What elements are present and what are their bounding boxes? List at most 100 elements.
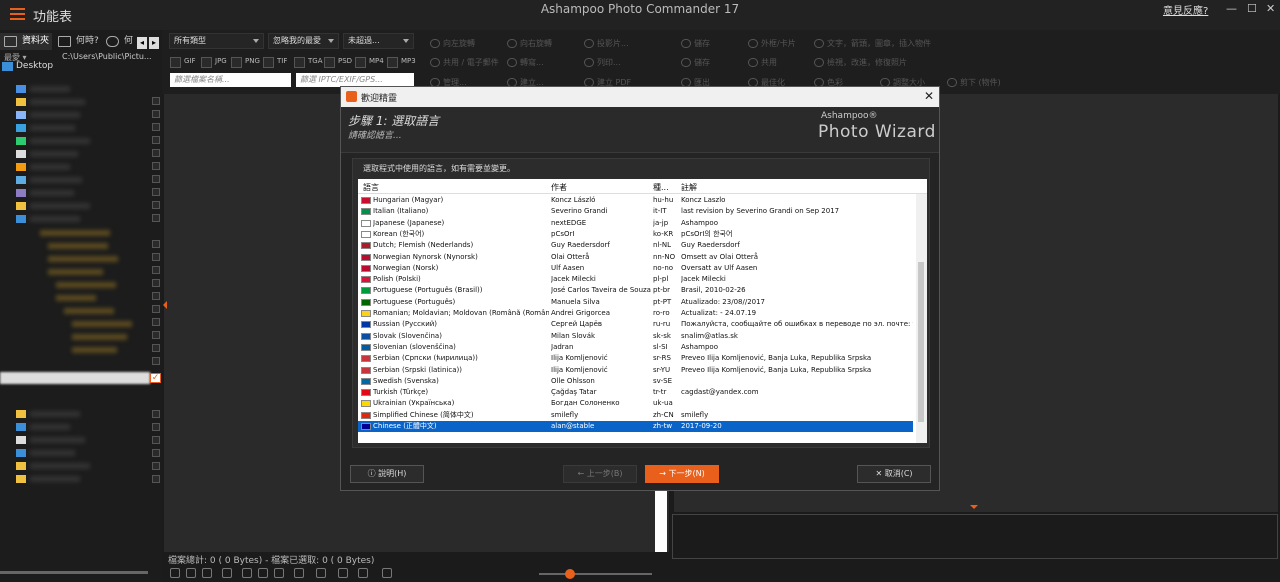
up-icon[interactable] <box>202 568 212 578</box>
list-vertical-scrollbar[interactable] <box>916 194 927 443</box>
language-row[interactable]: Simplified Chinese (简体中文) smilefly zh-CN sm… <box>358 410 913 421</box>
sort-icon[interactable] <box>316 568 326 578</box>
slideshow-button[interactable]: 投影片... <box>584 38 629 49</box>
tree-checkbox[interactable] <box>152 97 160 105</box>
language-row[interactable]: Polish (Polski) Jacek Milecki pl-pl Jacek M… <box>358 274 913 285</box>
zoom-icon[interactable] <box>274 568 284 578</box>
column-code[interactable]: 種... <box>653 182 669 193</box>
format-checkbox-png[interactable]: PNG <box>231 57 260 68</box>
column-note[interactable]: 註解 <box>681 182 697 193</box>
language-row[interactable]: Portuguese (Português) Manuela Silva pt-PT… <box>358 297 913 308</box>
rotate-right-button[interactable]: 向右旋轉 <box>507 38 552 49</box>
rotate-left-button[interactable]: 向左旋轉 <box>430 38 475 49</box>
tree-checkbox[interactable] <box>152 175 160 183</box>
previous-button[interactable]: ← 上一步(B) <box>563 465 637 483</box>
tree-checkbox[interactable] <box>152 475 160 483</box>
tab-scroll-left-icon[interactable]: ◂ <box>137 37 147 49</box>
tree-checkbox[interactable] <box>152 462 160 470</box>
format-checkbox-psd[interactable]: PSD <box>324 57 352 68</box>
language-row[interactable]: Italian (Italiano) Severino Grandi it-IT la… <box>358 206 913 217</box>
feedback-link[interactable]: 意見反應? <box>1163 2 1208 17</box>
language-row[interactable]: Hungarian (Magyar) Koncz László hu-hu Koncz… <box>358 195 913 206</box>
cut-object-button[interactable]: 剪下 (物件) <box>947 77 1001 88</box>
grid-icon[interactable] <box>338 568 348 578</box>
filter-type-dropdown[interactable]: 所有類型 <box>169 33 264 49</box>
save-button-2[interactable]: 儲存 <box>681 57 710 68</box>
column-author[interactable]: 作者 <box>551 182 567 193</box>
language-row[interactable]: Portuguese (Português (Brasil)) José Carl… <box>358 285 913 296</box>
language-row[interactable]: Serbian (Srpski (latinica)) Ilija Komljen… <box>358 365 913 376</box>
tree-checkbox[interactable] <box>152 292 160 300</box>
frames-button[interactable]: 外框/卡片 <box>748 38 796 49</box>
folder-path[interactable]: C:\Users\Public\Pictu... <box>62 52 152 61</box>
collapse-left-icon[interactable] <box>163 301 167 309</box>
tree-checkbox[interactable] <box>152 357 160 365</box>
language-row[interactable]: Korean (한국어) pCsOrI ko-KR pCsOrI의 한국어 <box>358 229 913 240</box>
back-icon[interactable] <box>170 568 180 578</box>
format-checkbox-jpg[interactable]: JPG <box>201 57 227 68</box>
tree-checkbox[interactable] <box>152 449 160 457</box>
column-language[interactable]: 語言 <box>363 182 379 193</box>
language-row[interactable]: Serbian (Српски (ћирилица)) Ilija Komljen… <box>358 353 913 364</box>
zoom-slider[interactable] <box>539 573 652 575</box>
tree-checkbox[interactable] <box>152 201 160 209</box>
tree-checkbox[interactable] <box>152 344 160 352</box>
share-email-button[interactable]: 共用 / 電子郵件 <box>430 57 499 68</box>
tree-checkbox[interactable] <box>152 136 160 144</box>
next-button[interactable]: → 下一步(N) <box>645 465 719 483</box>
print-button[interactable]: 列印... <box>584 57 621 68</box>
tab-folders[interactable]: 資料夾 <box>0 33 52 50</box>
copy-icon[interactable] <box>294 568 304 578</box>
rotate-icon[interactable] <box>258 568 268 578</box>
list-scroll-thumb[interactable] <box>918 262 924 422</box>
tree-checkbox[interactable] <box>152 410 160 418</box>
selected-folder-row[interactable] <box>0 372 150 384</box>
format-checkbox-tif[interactable]: TIF <box>263 57 287 68</box>
tree-checkbox[interactable] <box>152 240 160 248</box>
cancel-button[interactable]: ✕ 取消(C) <box>857 465 931 483</box>
language-row[interactable]: Japanese (Japanese) nextEDGE ja-jp Ashampoo <box>358 218 913 229</box>
tree-checkbox[interactable] <box>152 305 160 313</box>
language-row[interactable]: Ukrainian (Українська) Богдан Солоненко uk… <box>358 398 913 409</box>
tab-scroll-right-icon[interactable]: ▸ <box>149 37 159 49</box>
minimize-button[interactable]: — <box>1226 2 1237 15</box>
convert-button[interactable]: 轉寫... <box>507 57 544 68</box>
select-icon[interactable] <box>242 568 252 578</box>
metadata-filter-input[interactable]: 篩選 IPTC/EXIF/GPS... <box>296 73 414 87</box>
tree-checkbox[interactable] <box>152 162 160 170</box>
language-row[interactable]: Slovenian (slovenščina) Jadran sl-SI Ashamp… <box>358 342 913 353</box>
tree-checkbox[interactable] <box>152 123 160 131</box>
save-button[interactable]: 儲存 <box>681 38 710 49</box>
language-row[interactable]: Slovak (Slovenčina) Milan Slovák sk-sk snal… <box>358 331 913 342</box>
tree-checkbox[interactable] <box>152 423 160 431</box>
tree-checkbox[interactable] <box>152 188 160 196</box>
format-checkbox-tga[interactable]: TGA <box>294 57 323 68</box>
language-row[interactable]: Dutch; Flemish (Nederlands) Guy Raedersdo… <box>358 240 913 251</box>
share-button[interactable]: 共用 <box>748 57 777 68</box>
tree-checkbox[interactable] <box>152 266 160 274</box>
tree-checkbox[interactable] <box>152 279 160 287</box>
checkmark-icon[interactable]: ✓ <box>150 373 161 383</box>
help-button[interactable]: ⓘ 說明(H) <box>350 465 424 483</box>
view-icon[interactable] <box>222 568 232 578</box>
tree-checkbox[interactable] <box>152 436 160 444</box>
tab-where[interactable]: 何 <box>102 33 138 50</box>
format-checkbox-mp3[interactable]: MP3 <box>387 57 416 68</box>
tree-checkbox[interactable] <box>152 318 160 326</box>
horizontal-scrollbar[interactable] <box>0 571 148 574</box>
filter-ignore-dropdown[interactable]: 忽略我的最愛 <box>268 33 339 49</box>
tree-checkbox[interactable] <box>152 110 160 118</box>
language-row[interactable]: Norwegian Nynorsk (Nynorsk) Olai Otterå nn… <box>358 252 913 263</box>
zoom-slider-handle[interactable] <box>565 569 575 579</box>
tree-checkbox[interactable] <box>152 149 160 157</box>
language-row[interactable]: Norwegian (Norsk) Ulf Aasen no-no Oversatt … <box>358 263 913 274</box>
tree-checkbox[interactable] <box>152 214 160 222</box>
language-row[interactable]: Romanian; Moldavian; Moldovan (Română (R… <box>358 308 913 319</box>
maximize-button[interactable]: ☐ <box>1247 2 1257 15</box>
format-checkbox-gif[interactable]: GIF <box>170 57 196 68</box>
filter-rated-dropdown[interactable]: 未超過... <box>343 33 414 49</box>
tree-checkbox[interactable] <box>152 253 160 261</box>
format-checkbox-mp4[interactable]: MP4 <box>355 57 384 68</box>
collapse-down-icon[interactable] <box>970 505 978 509</box>
language-row[interactable]: Turkish (Türkçe) Çağdaş Tatar tr-tr cagdast… <box>358 387 913 398</box>
